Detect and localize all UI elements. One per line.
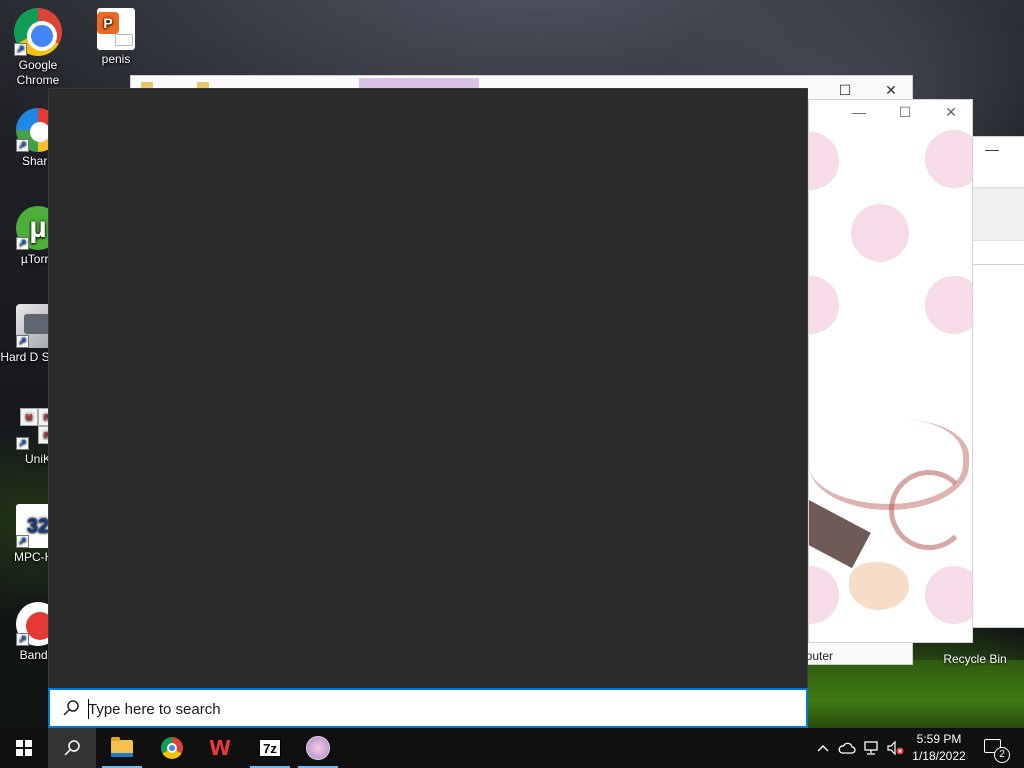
search-icon xyxy=(64,740,80,756)
wps-presentation-file-icon xyxy=(97,8,135,50)
chrome-icon: ↗ xyxy=(14,8,62,56)
toolbar-band xyxy=(973,187,1024,241)
taskbar-anime-app[interactable] xyxy=(294,728,342,768)
maximize-button[interactable]: ☐ xyxy=(895,104,915,121)
network-tray-button[interactable] xyxy=(860,728,882,768)
wallpaper-grass xyxy=(790,660,1024,728)
text-caret xyxy=(88,699,89,719)
volume-tray-button[interactable] xyxy=(884,728,906,768)
notification-count-badge: 2 xyxy=(994,747,1010,763)
volume-muted-icon xyxy=(887,740,904,756)
search-results-panel xyxy=(48,88,808,728)
chrome-icon xyxy=(161,737,183,759)
pattern-dot xyxy=(809,276,839,334)
desktop-icon-google-chrome[interactable]: ↗ Google Chrome xyxy=(0,8,76,88)
cloud-icon xyxy=(838,742,856,754)
character-hair-curl xyxy=(889,470,969,550)
minimize-button[interactable]: — xyxy=(849,104,869,120)
character-sleeve xyxy=(809,500,871,569)
desktop-icon-label: penis xyxy=(101,52,131,66)
taskbar-file-explorer[interactable] xyxy=(98,728,146,768)
taskbar-7-zip[interactable]: 7z xyxy=(246,728,294,768)
anime-picture-window[interactable]: — ☐ ✕ xyxy=(808,99,973,643)
desktop-icon-penis[interactable]: penis xyxy=(78,8,154,67)
search-input[interactable] xyxy=(88,696,788,722)
network-icon xyxy=(864,741,878,755)
search-icon xyxy=(63,700,79,716)
action-center-button[interactable]: 2 xyxy=(976,728,1016,768)
onedrive-tray-button[interactable] xyxy=(836,728,858,768)
wps-icon: W xyxy=(208,736,232,760)
chevron-up-icon xyxy=(817,745,829,752)
close-button[interactable]: ✕ xyxy=(881,80,901,100)
pattern-dot xyxy=(809,566,839,624)
background-window-right[interactable]: — xyxy=(972,136,1024,628)
desktop-icon-recycle-bin[interactable]: Recycle Bin xyxy=(930,652,1020,666)
app-icon xyxy=(306,736,330,760)
minimize-button[interactable]: — xyxy=(985,141,999,157)
show-hidden-icons-button[interactable] xyxy=(812,728,834,768)
folder-icon xyxy=(111,736,133,757)
close-button[interactable]: ✕ xyxy=(941,104,961,121)
pattern-dot xyxy=(851,204,909,262)
character-hand xyxy=(849,562,909,610)
pattern-dot xyxy=(925,566,972,624)
pattern-dot xyxy=(925,130,972,188)
taskbar-wps-office[interactable]: W xyxy=(196,728,244,768)
maximize-button[interactable]: ☐ xyxy=(835,80,855,100)
start-button[interactable] xyxy=(0,728,48,768)
windows-logo-icon xyxy=(16,740,32,756)
clock-date: 1/18/2022 xyxy=(912,749,966,763)
pattern-dot xyxy=(925,276,972,334)
taskbar-google-chrome[interactable] xyxy=(148,728,196,768)
search-button[interactable] xyxy=(48,728,96,768)
address-band xyxy=(973,247,1024,265)
search-box[interactable] xyxy=(48,688,808,728)
7zip-icon: 7z xyxy=(259,739,281,757)
clock-time: 5:59 PM xyxy=(916,732,962,746)
system-clock[interactable]: 5:59 PM 1/18/2022 xyxy=(904,728,974,768)
pattern-dot xyxy=(809,132,839,190)
desktop-icon-label: Google Chrome xyxy=(16,58,60,87)
